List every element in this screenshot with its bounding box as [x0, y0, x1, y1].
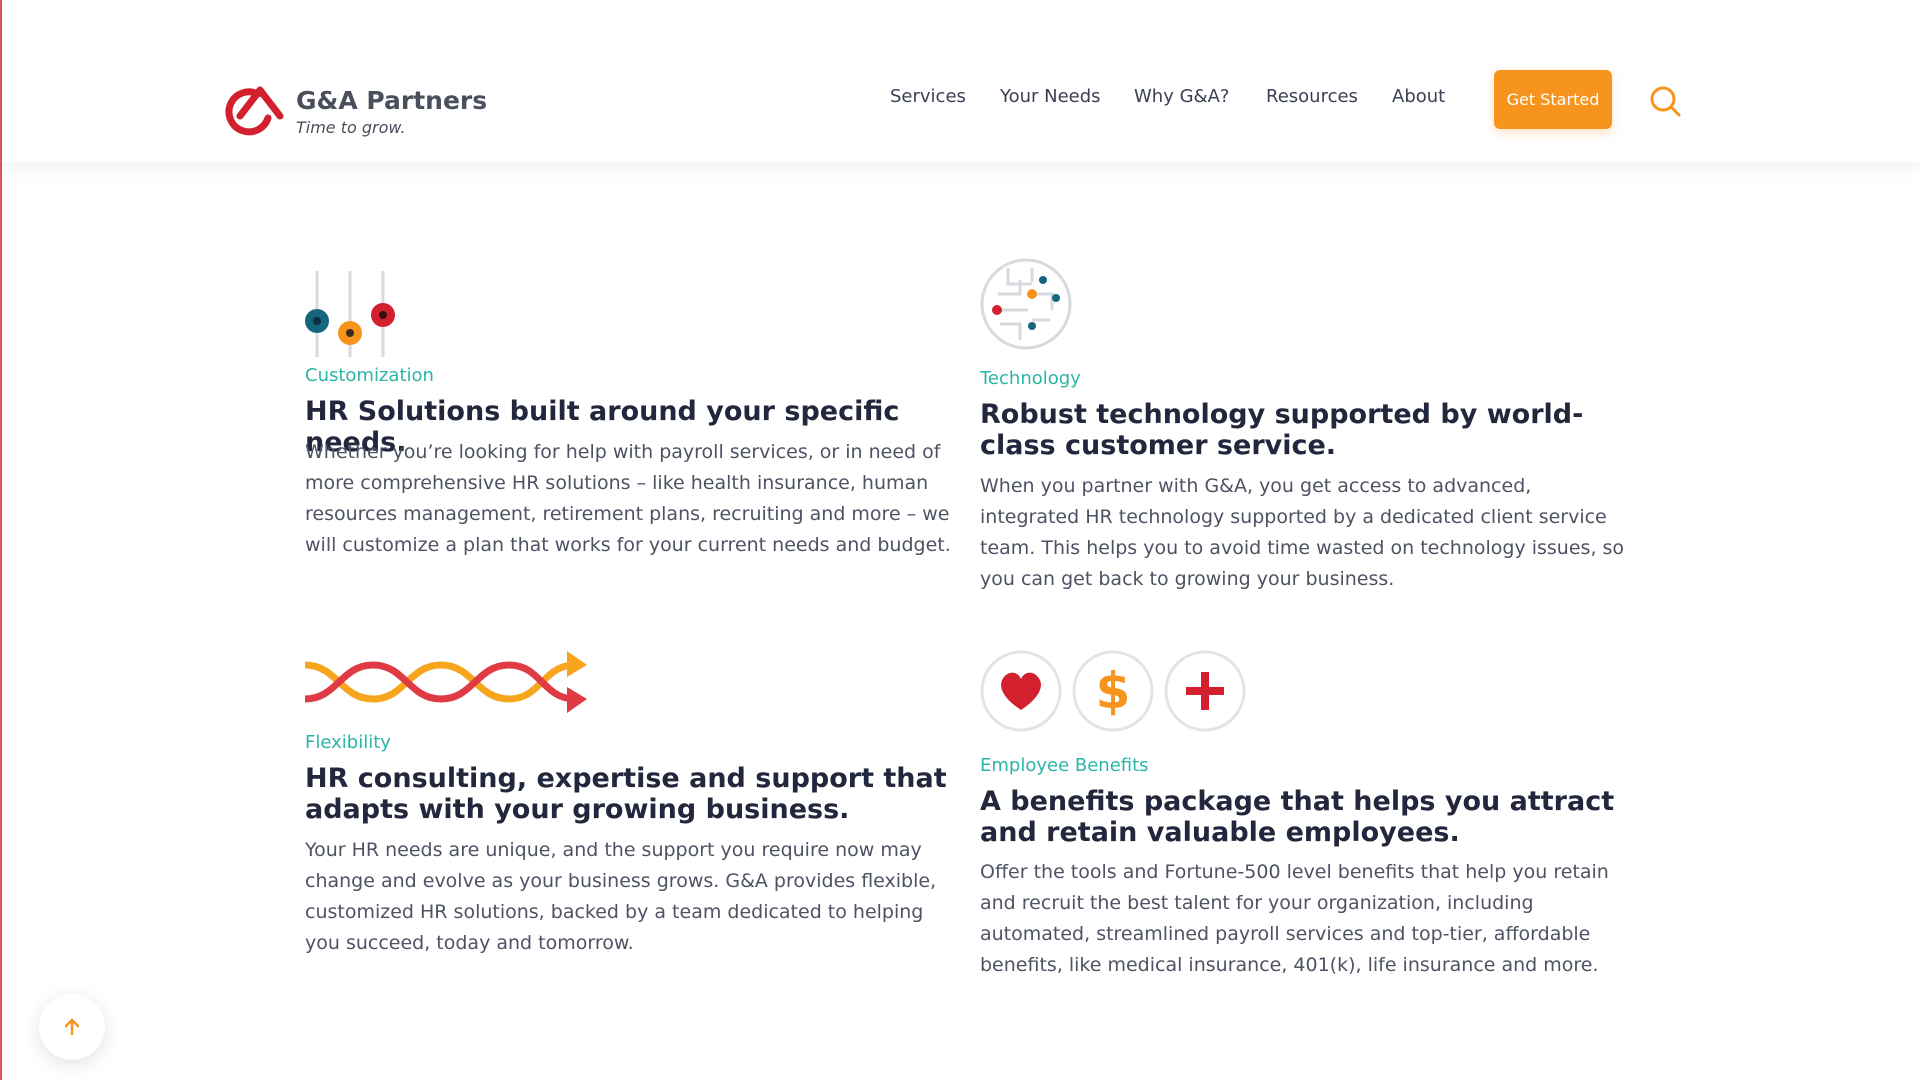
feature-body: When you partner with G&A, you get acces…: [980, 475, 1625, 590]
circuit-icon: [980, 258, 1072, 350]
brand-tagline: Time to grow.: [296, 118, 406, 137]
feature-employee-benefits: $ Employee Benefits A benefits package t…: [980, 650, 1630, 990]
feature-heading: A benefits package that helps you attrac…: [980, 786, 1615, 848]
feature-label: Customization: [305, 365, 434, 386]
feature-technology: Technology Robust technology supported b…: [980, 258, 1630, 598]
get-started-button[interactable]: Get Started: [1494, 70, 1612, 129]
svg-text:$: $: [1096, 662, 1131, 720]
nav-item-services[interactable]: Services: [890, 86, 966, 107]
heart-icon: [980, 650, 1062, 732]
nav-item-resources[interactable]: Resources: [1266, 86, 1358, 107]
feature-body: Offer the tools and Fortune-500 level be…: [980, 861, 1609, 976]
feature-flexibility: Flexibility HR consulting, expertise and…: [305, 643, 955, 963]
feature-heading: Robust technology supported by world-cla…: [980, 399, 1584, 461]
feature-label: Technology: [980, 368, 1081, 389]
nav-item-why-ga[interactable]: Why G&A?: [1134, 86, 1229, 107]
nav-item-your-needs[interactable]: Your Needs: [1000, 86, 1101, 107]
back-to-top-button[interactable]: [39, 994, 105, 1060]
feature-customization: Customization HR Solutions built around …: [305, 265, 955, 565]
feature-label: Employee Benefits: [980, 755, 1149, 776]
brand-name: G&A Partners: [296, 86, 488, 115]
feature-body: Your HR needs are unique, and the suppor…: [305, 839, 937, 954]
plus-icon: [1164, 650, 1246, 732]
arrow-up-icon: [64, 1018, 80, 1036]
feature-heading: HR consulting, expertise and support tha…: [305, 763, 947, 825]
search-icon[interactable]: [1648, 84, 1682, 118]
feature-body: Whether you’re looking for help with pay…: [305, 441, 951, 556]
logo-mark-icon: [225, 86, 284, 136]
benefits-icons: $: [980, 650, 1270, 732]
dollar-icon: $: [1072, 650, 1154, 732]
logo[interactable]: G&A Partners Time to grow.: [218, 76, 487, 146]
sliders-icon: [305, 271, 395, 357]
site-header: G&A Partners Time to grow. Services Your…: [2, 0, 1920, 162]
feature-label: Flexibility: [305, 732, 391, 753]
nav-item-about[interactable]: About: [1392, 86, 1445, 107]
intertwined-arrows-icon: [305, 651, 587, 713]
